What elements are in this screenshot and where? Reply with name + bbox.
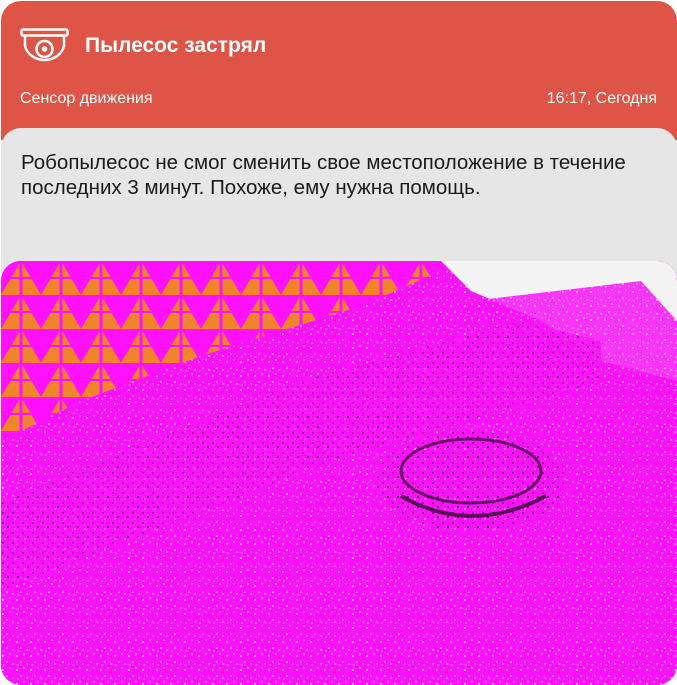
- notification-message: Робопылесос не смог сменить свое местопо…: [21, 151, 626, 199]
- camera-snapshot[interactable]: [1, 261, 677, 685]
- notification-title: Пылесос застрял: [85, 34, 267, 57]
- notification-body: Робопылесос не смог сменить свое местопо…: [1, 128, 677, 685]
- security-camera-icon: [20, 28, 70, 68]
- notification-header: Пылесос застрял Сенсор движения 16:17, С…: [1, 1, 677, 140]
- notification-card[interactable]: Пылесос застрял Сенсор движения 16:17, С…: [1, 1, 677, 685]
- timestamp: 16:17, Сегодня: [546, 90, 657, 107]
- sensor-name: Сенсор движения: [20, 90, 153, 107]
